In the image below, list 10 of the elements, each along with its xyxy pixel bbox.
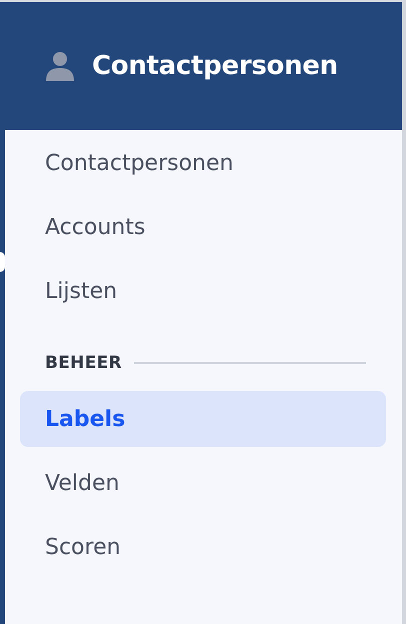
sidebar-item[interactable]: Lijsten <box>20 263 386 319</box>
sidebar-item[interactable]: Accounts <box>20 199 386 255</box>
sidebar-item[interactable]: Labels <box>20 391 386 447</box>
sidebar-item[interactable]: Scoren <box>20 519 386 575</box>
drag-handle[interactable] <box>0 252 5 272</box>
person-icon <box>46 51 74 81</box>
sidebar-item[interactable]: Velden <box>20 455 386 511</box>
header-title: Contactpersonen <box>92 51 338 81</box>
section-title: BEHEER <box>45 353 122 373</box>
sidebar-item[interactable]: Contactpersonen <box>20 135 386 191</box>
